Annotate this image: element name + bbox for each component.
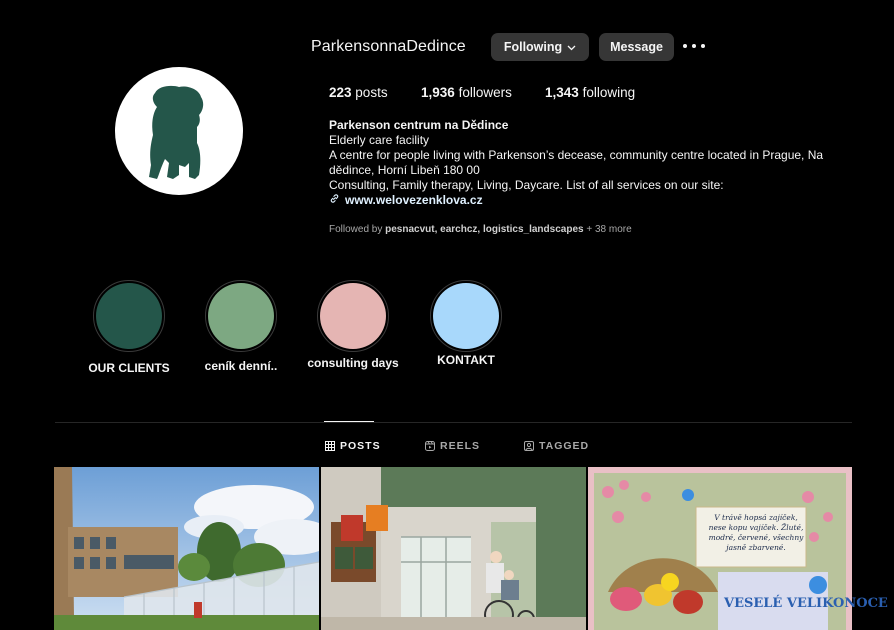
tab-posts[interactable]: POSTS [325, 440, 381, 452]
dog-silhouette-icon [149, 85, 204, 179]
highlight-cover [320, 283, 386, 349]
tabs-divider [55, 422, 852, 423]
post-thumbnail-interior[interactable] [321, 467, 586, 630]
bio-category: Elderly care facility [329, 133, 430, 147]
highlight-kontakt[interactable]: KONTAKT [430, 280, 502, 367]
easter-title: VESELÉ VELIKONOCE [724, 596, 888, 611]
stat-followers[interactable]: 1,936 followers [421, 85, 512, 100]
more-options-icon[interactable] [683, 39, 705, 53]
active-tab-indicator [324, 421, 374, 422]
tab-posts-label: POSTS [340, 440, 381, 452]
post-thumbnail-building[interactable] [54, 467, 319, 630]
followers-label: followers [458, 85, 512, 100]
highlight-label: OUR CLIENTS [88, 361, 170, 375]
followed-by-suffix: + 38 more [586, 224, 632, 235]
highlight-cenik[interactable]: ceník denní.. [205, 280, 277, 373]
profile-username: ParkensonnaDedince [311, 38, 466, 55]
stat-posts: 223 posts [329, 85, 388, 100]
tab-tagged-label: TAGGED [539, 440, 590, 452]
highlight-cover [208, 283, 274, 349]
bio-line-2: Consulting, Family therapy, Living, Dayc… [329, 178, 724, 192]
bio-line-1: A centre for people living with Parkenso… [329, 148, 824, 177]
highlight-label: ceník denní.. [204, 359, 278, 373]
easter-poem: V trávě hopsá zajíček, nese kopu vajíček… [708, 513, 804, 552]
profile-bio: Parkenson centrum na Dědince Elderly car… [329, 118, 849, 208]
interior-image [321, 467, 586, 630]
building-image [54, 467, 319, 630]
reels-icon [425, 441, 435, 451]
tab-reels[interactable]: REELS [425, 440, 480, 452]
following-label: Following [503, 40, 563, 54]
highlight-label: consulting days [307, 356, 399, 370]
tagged-icon [524, 441, 534, 451]
followers-count: 1,936 [421, 85, 455, 100]
bio-link[interactable]: www.welovezenklova.cz [329, 193, 849, 208]
tab-tagged[interactable]: TAGGED [524, 440, 589, 452]
bio-link-text: www.welovezenklova.cz [345, 193, 483, 207]
highlight-consulting-days[interactable]: consulting days [307, 280, 399, 370]
tab-reels-label: REELS [440, 440, 481, 452]
following-button[interactable]: Following [491, 33, 589, 61]
followed-by-names: pesnacvut, earchcz, logistics_landscapes [385, 224, 584, 235]
highlight-our-clients[interactable]: OUR CLIENTS [88, 280, 170, 375]
highlight-label: KONTAKT [437, 353, 495, 367]
followed-by-prefix: Followed by [329, 224, 383, 235]
followed-by[interactable]: Followed by pesnacvut, earchcz, logistic… [329, 224, 632, 235]
link-icon [329, 193, 340, 208]
stat-following[interactable]: 1,343 following [545, 85, 635, 100]
following-count: 1,343 [545, 85, 579, 100]
posts-count: 223 [329, 85, 352, 100]
message-button[interactable]: Message [599, 33, 674, 61]
profile-avatar[interactable] [115, 67, 243, 195]
bio-name: Parkenson centrum na Dědince [329, 118, 509, 132]
posts-label: posts [355, 85, 388, 100]
chevron-down-icon [567, 40, 576, 54]
grid-icon [325, 441, 335, 451]
highlight-cover [96, 283, 162, 349]
highlight-cover [433, 283, 499, 349]
following-stat-label: following [582, 85, 636, 100]
